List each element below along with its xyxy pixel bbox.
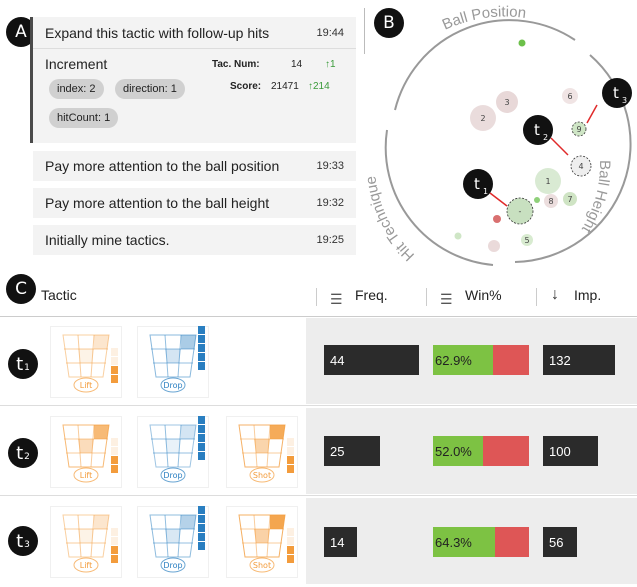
detail-title: Increment [45,56,108,72]
svg-text:Lift: Lift [80,471,93,480]
imp-bar: 56 [543,527,577,557]
stack-bar [287,438,294,474]
axis-label-position: Ball Position [440,3,527,33]
history-item-time: 19:25 [316,234,344,246]
node-label: 8 [548,197,553,206]
score-value: 21471 [271,81,299,92]
node-label: - [519,207,522,216]
history-item-time: 19:33 [316,160,344,172]
svg-text:Drop: Drop [163,561,182,570]
node-label: 2 [480,114,485,123]
sort-icon[interactable]: ☰ [440,291,453,308]
header-divider [0,316,637,317]
tactic-badge-label: t [613,84,619,102]
node-label: 7 [567,195,572,204]
win-bar: 52.0% [433,436,529,466]
stack-bar [287,528,294,564]
stack-bar [111,438,118,474]
score-label: Score: [230,81,262,92]
tactic-badge-label: t [534,121,540,139]
data-dot [488,240,500,252]
data-dot [493,215,501,223]
tactic-badge-sub: 1 [483,187,488,196]
history-item[interactable]: Pay more attention to the ball position … [33,151,356,181]
data-dot [454,232,462,240]
row-badge-1: t1 [8,349,38,379]
header-imp[interactable]: Imp. [574,287,601,303]
tactic-badge-label: t [474,175,480,193]
node-label: 6 [567,92,572,101]
win-fill: 52.0% [433,436,483,466]
tac-num-value: 14 [291,59,303,70]
radial-view[interactable]: Ball Position Ball Height Hit Technique … [365,0,637,272]
divider [33,48,356,49]
history-item[interactable]: Initially mine tactics. 19:25 [33,225,356,255]
freq-bar: 44 [324,345,419,375]
imp-bar: 132 [543,345,615,375]
callout-line [586,104,598,124]
header-win[interactable]: Win% [465,287,502,303]
data-dot [518,39,526,47]
tac-num-delta: ↑1 [325,59,336,70]
node-label: 9 [576,125,581,134]
node-label: 4 [578,162,583,171]
win-fill: 62.9% [433,345,493,375]
header-tactic: Tactic [41,287,77,303]
imp-bar: 100 [543,436,598,466]
win-fill: 64.3% [433,527,495,557]
history-item-text: Initially mine tactics. [45,232,170,248]
win-bar: 64.3% [433,527,529,557]
score-delta: ↑214 [308,81,330,92]
history-item-time: 19:32 [316,197,344,209]
row-divider [0,495,637,496]
history-item-text: Expand this tactic with follow-up hits [45,25,270,41]
tac-num-label: Tac. Num: [212,59,260,70]
history-item-text: Pay more attention to the ball position [45,158,280,174]
sort-icon[interactable]: ☰ [330,291,343,308]
header-freq[interactable]: Freq. [355,287,388,303]
stack-bar [198,416,205,461]
row-badge-2: t2 [8,438,38,468]
header-separator [536,288,537,306]
node-label: 5 [524,236,529,245]
history-item-text: Pay more attention to the ball height [45,195,270,211]
freq-bar: 14 [324,527,357,557]
node-label: 3 [504,98,509,107]
history-item[interactable]: Pay more attention to the ball height 19… [33,188,356,218]
svg-text:Drop: Drop [163,381,182,390]
history-item-active[interactable]: Expand this tactic with follow-up hits 1… [33,17,356,143]
freq-bar: 25 [324,436,380,466]
sort-down-icon[interactable]: ↓ [551,286,559,304]
tactic-badge-sub: 2 [543,133,548,142]
param-direction: direction: 1 [115,79,185,99]
param-index: index: 2 [49,79,104,99]
svg-text:Shot: Shot [253,471,271,480]
stack-bar [111,528,118,564]
stack-bar [111,348,118,384]
header-separator [426,288,427,306]
callout-line [489,192,508,207]
svg-text:Shot: Shot [253,561,271,570]
stack-bar [198,506,205,551]
row-badge-3: t3 [8,526,38,556]
position-arc [394,19,576,111]
param-hitcount: hitCount: 1 [49,108,119,128]
node-label: 1 [545,177,550,186]
section-c-badge: C [6,274,36,304]
callout-line [550,137,569,156]
svg-text:Drop: Drop [163,471,182,480]
header-separator [316,288,317,306]
svg-text:Lift: Lift [80,381,93,390]
win-bar: 62.9% [433,345,529,375]
history-item-time: 19:44 [316,27,344,39]
svg-text:Lift: Lift [80,561,93,570]
stack-bar [198,326,205,371]
row-divider [0,405,637,406]
data-dot [534,197,540,203]
tactic-badge-sub: 3 [622,96,627,105]
